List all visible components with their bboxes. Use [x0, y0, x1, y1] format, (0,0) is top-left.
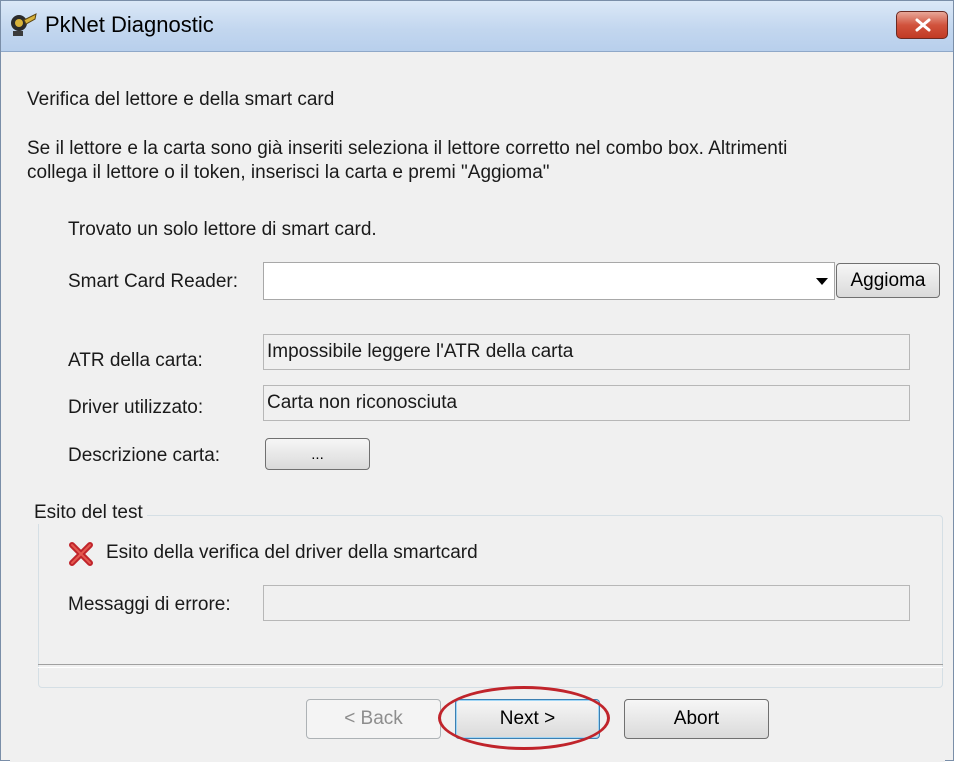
description-line-2: collega il lettore o il token, inserisci… [27, 162, 550, 183]
description-line-1: Se il lettore e la carta sono già inseri… [27, 138, 788, 159]
atr-field[interactable]: Impossibile leggere l'ATR della carta [263, 334, 910, 370]
atr-label: ATR della carta: [68, 350, 203, 371]
card-description-label: Descrizione carta: [68, 445, 221, 466]
footer-separator [38, 664, 943, 668]
chevron-down-icon[interactable] [816, 278, 828, 285]
reader-label: Smart Card Reader: [68, 271, 239, 292]
back-button[interactable]: < Back [306, 699, 441, 739]
close-icon [915, 18, 931, 32]
card-description-button[interactable]: ... [265, 438, 370, 470]
errors-label: Messaggi di errore: [68, 594, 231, 615]
refresh-button[interactable]: Aggioma [836, 263, 940, 298]
dialog-window: PkNet Diagnostic Verifica del lettore e … [0, 0, 954, 762]
title-bar[interactable]: PkNet Diagnostic [1, 1, 953, 52]
driver-label: Driver utilizzato: [68, 397, 204, 418]
red-x-icon [69, 542, 93, 566]
next-button[interactable]: Next > [455, 699, 600, 739]
test-status-text: Esito della verifica del driver della sm… [106, 542, 478, 563]
app-icon [11, 13, 37, 36]
reader-select[interactable] [263, 262, 835, 300]
driver-field[interactable]: Carta non riconosciuta [263, 385, 910, 421]
page-heading: Verifica del lettore e della smart card [27, 89, 335, 110]
window-title: PkNet Diagnostic [45, 12, 214, 37]
test-result-title: Esito del test [30, 502, 147, 524]
errors-field[interactable] [263, 585, 910, 621]
close-button[interactable] [896, 11, 948, 39]
dialog-content: Verifica del lettore e della smart card … [10, 52, 945, 762]
abort-button[interactable]: Abort [624, 699, 769, 739]
reader-found-status: Trovato un solo lettore di smart card. [68, 219, 377, 240]
